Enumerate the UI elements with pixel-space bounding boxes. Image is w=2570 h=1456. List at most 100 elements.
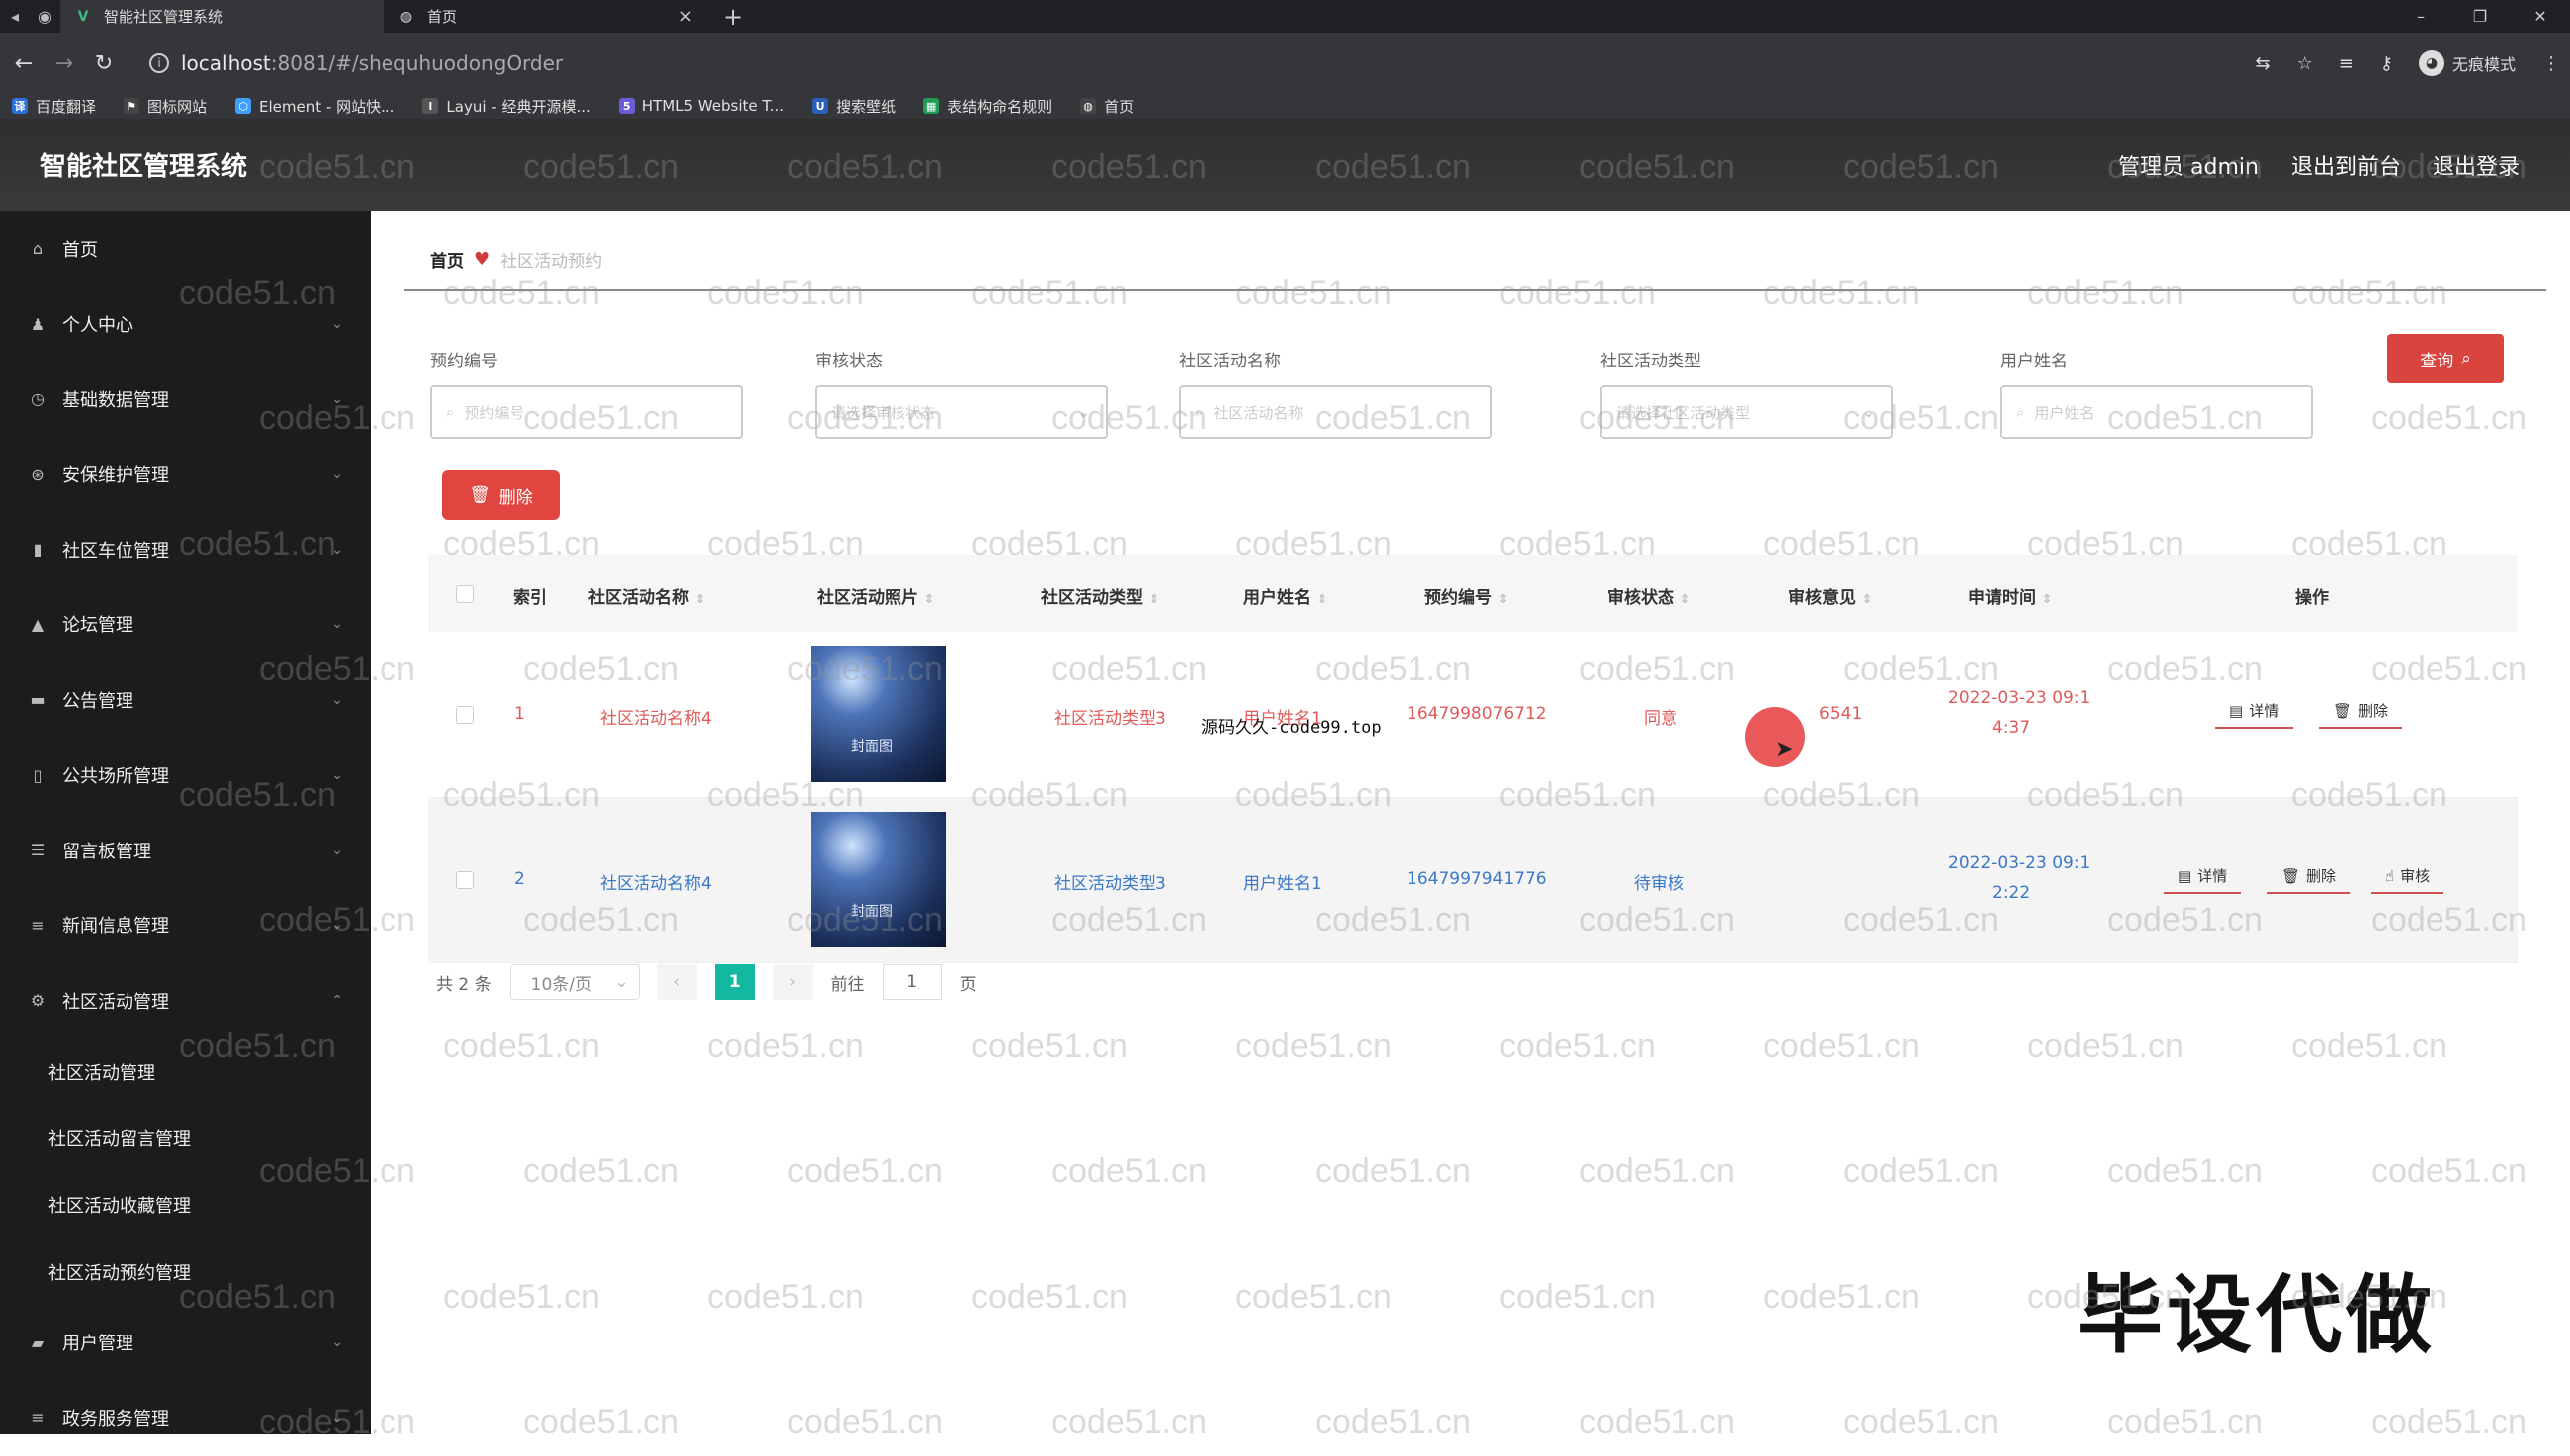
- tab-audio-icon[interactable]: ◂: [0, 0, 30, 33]
- cell-activity-type: 社区活动类型3: [1054, 874, 1166, 894]
- phone-icon: ▯: [33, 765, 43, 785]
- bookmark-item[interactable]: 5 HTML5 Website T...: [618, 97, 784, 115]
- chevron-down-icon: ⌄: [331, 1335, 343, 1351]
- sidebar-item-public-place[interactable]: ▯ 公共场所管理 ⌄: [0, 738, 371, 814]
- detail-button[interactable]: ▤ 详情: [2164, 859, 2242, 894]
- sort-icon: ⇕: [1862, 592, 1873, 606]
- current-page[interactable]: 1: [714, 964, 755, 1000]
- browser-tab-active[interactable]: V 智能社区管理系统: [60, 0, 384, 33]
- activity-type-select[interactable]: 请选择社区活动类型 ⌄: [1600, 385, 1893, 439]
- bookmark-item[interactable]: ⬡ Element - 网站快...: [235, 96, 394, 117]
- row-checkbox[interactable]: [456, 706, 474, 724]
- chevron-down-icon: ⌄: [331, 691, 343, 708]
- app-title: 智能社区管理系统: [40, 152, 248, 182]
- cell-activity-name: 社区活动名称4: [600, 709, 712, 729]
- minimize-icon[interactable]: –: [2391, 0, 2450, 33]
- translate-icon[interactable]: ⇆: [2255, 53, 2270, 74]
- address-bar[interactable]: i localhost:8081/#/shequhuodongOrder: [149, 41, 2281, 85]
- column-order-no[interactable]: 预约编号 ⇕: [1424, 583, 1508, 607]
- detail-button[interactable]: ▤ 详情: [2215, 694, 2294, 729]
- new-tab-button[interactable]: +: [707, 3, 759, 31]
- query-button[interactable]: 查询 ⌕: [2387, 334, 2504, 383]
- browser-tab-second[interactable]: ◍ 首页 ×: [384, 0, 707, 33]
- to-front-link[interactable]: 退出到前台: [2291, 149, 2401, 181]
- bookmark-item[interactable]: U 搜索壁纸: [812, 96, 896, 117]
- sidebar-subitem-activity-comment[interactable]: 社区活动留言管理: [0, 1105, 371, 1172]
- sidebar-subitem-activity-order[interactable]: 社区活动预约管理: [0, 1239, 371, 1306]
- delete-button[interactable]: 🗑 删除: [2319, 694, 2403, 729]
- cell-user-name: 用户姓名1: [1243, 874, 1322, 894]
- column-apply-time[interactable]: 申请时间 ⇕: [1968, 583, 2052, 607]
- bookmark-item[interactable]: ⚑ 图标网站: [124, 96, 207, 117]
- breadcrumb-home[interactable]: 首页: [430, 247, 464, 272]
- select-all-checkbox[interactable]: [456, 585, 474, 603]
- menu-icon: ≡: [31, 915, 45, 935]
- column-opinion[interactable]: 审核意见 ⇕: [1788, 583, 1872, 607]
- column-user-name[interactable]: 用户姓名 ⇕: [1243, 583, 1327, 607]
- column-activity-photo[interactable]: 社区活动照片 ⇕: [817, 583, 934, 607]
- reload-icon[interactable]: ↻: [84, 33, 124, 93]
- window-controls: – ❐ ✕: [2391, 0, 2570, 33]
- logout-link[interactable]: 退出登录: [2433, 149, 2520, 181]
- filter-label: 社区活动类型: [1600, 352, 1701, 371]
- activity-name-input[interactable]: ⌕ 社区活动名称: [1179, 385, 1492, 439]
- key-icon[interactable]: ⚷: [2380, 53, 2393, 74]
- activity-photo[interactable]: 封面图: [811, 812, 946, 947]
- restore-icon[interactable]: ❐: [2450, 0, 2510, 33]
- sidebar-item-home[interactable]: ⌂ 首页: [0, 211, 371, 287]
- sidebar-subitem-activity[interactable]: 社区活动管理: [0, 1039, 371, 1105]
- next-page-button[interactable]: ›: [772, 964, 813, 1000]
- sidebar-subitem-activity-favorite[interactable]: 社区活动收藏管理: [0, 1172, 371, 1239]
- table-header: 索引 社区活动名称 ⇕ 社区活动照片 ⇕ 社区活动类型 ⇕ 用户姓名 ⇕ 预约编号 ⇕ 审…: [428, 555, 2518, 632]
- bookmark-item[interactable]: l Layui - 经典开源模...: [422, 96, 591, 117]
- chevron-down-icon: ⌄: [331, 1409, 343, 1426]
- forward-icon[interactable]: →: [44, 33, 84, 93]
- browser-menu-icon[interactable]: ⋮: [2542, 53, 2560, 74]
- prev-page-button[interactable]: ‹: [656, 964, 697, 1000]
- sidebar-item-notice[interactable]: ▬ 公告管理 ⌄: [0, 662, 371, 738]
- layui-icon: l: [422, 98, 439, 114]
- order-no-input[interactable]: ⌕ 预约编号: [430, 385, 743, 439]
- reading-list-icon[interactable]: ≡: [2339, 53, 2354, 74]
- bookmarks-bar: 译百度翻译 ⚑ 图标网站 ⬡ Element - 网站快... l Layui - 经…: [0, 93, 2570, 119]
- page-size-select[interactable]: 10条/页 ⌄: [509, 964, 640, 1000]
- profile-button[interactable]: ◕ 无痕模式: [2418, 50, 2516, 76]
- sidebar-item-users[interactable]: ▰ 用户管理 ⌄: [0, 1306, 371, 1381]
- sidebar-item-parking[interactable]: ▮ 社区车位管理 ⌄: [0, 512, 371, 588]
- delete-button[interactable]: 🗑 删除: [2267, 859, 2351, 894]
- document-icon: ▤: [2178, 866, 2192, 885]
- sidebar-item-security[interactable]: ⊛ 安保维护管理 ⌄: [0, 437, 371, 513]
- pagination: 共 2 条 10条/页 ⌄ ‹ 1 › 前往 1 页: [436, 964, 977, 1000]
- sidebar-item-message-board[interactable]: ☰ 留言板管理 ⌄: [0, 813, 371, 888]
- filter-status: 审核状态 请选择审核状态 ⌄: [815, 347, 1108, 439]
- column-activity-type[interactable]: 社区活动类型 ⇕: [1041, 583, 1158, 607]
- column-activity-name[interactable]: 社区活动名称 ⇕: [588, 583, 705, 607]
- close-window-icon[interactable]: ✕: [2510, 0, 2570, 33]
- sidebar-item-profile[interactable]: ♟ 个人中心 ⌄: [0, 287, 371, 363]
- review-button[interactable]: ☝ 审核: [2371, 859, 2444, 894]
- sidebar-item-forum[interactable]: ▲ 论坛管理 ⌄: [0, 588, 371, 663]
- status-select[interactable]: 请选择审核状态 ⌄: [815, 385, 1108, 439]
- sidebar-item-basic-data[interactable]: ◷ 基础数据管理 ⌄: [0, 362, 371, 437]
- thumbs-up-icon: ☝: [2385, 866, 2395, 885]
- user-name-input[interactable]: ⌕ 用户姓名: [2000, 385, 2313, 439]
- search-icon: ⌕: [2461, 349, 2471, 368]
- sidebar-item-activity[interactable]: ⚙ 社区活动管理 ⌃: [0, 963, 371, 1039]
- site-info-icon[interactable]: i: [149, 53, 169, 73]
- activity-photo[interactable]: 封面图: [811, 646, 946, 782]
- tab-close-icon[interactable]: ×: [678, 6, 693, 27]
- column-status[interactable]: 审核状态 ⇕: [1607, 583, 1690, 607]
- batch-delete-button[interactable]: 🗑 删除: [442, 470, 560, 520]
- bookmark-item[interactable]: ▦ 表结构命名规则: [923, 96, 1052, 117]
- sidebar-item-government[interactable]: ≡ 政务服务管理 ⌄: [0, 1380, 371, 1456]
- divider: [404, 289, 2546, 291]
- bookmark-item[interactable]: 译百度翻译: [12, 96, 96, 117]
- user-icon: ♟: [30, 314, 46, 334]
- back-icon[interactable]: ←: [4, 33, 44, 93]
- bookmark-item[interactable]: ◍ 首页: [1080, 96, 1134, 117]
- bookmark-star-icon[interactable]: ☆: [2297, 53, 2313, 74]
- page-jump-input[interactable]: 1: [882, 964, 942, 1000]
- row-checkbox[interactable]: [456, 871, 474, 889]
- chevron-down-icon: ⌄: [331, 316, 343, 333]
- sidebar-item-news[interactable]: ≡ 新闻信息管理 ⌄: [0, 888, 371, 964]
